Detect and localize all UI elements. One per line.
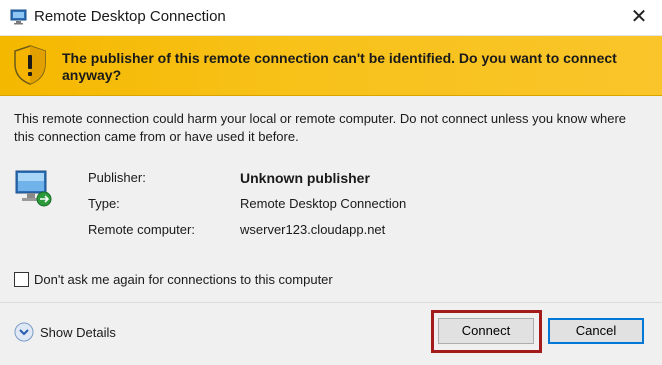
dont-ask-again-checkbox[interactable] bbox=[14, 272, 29, 287]
connect-button[interactable]: Connect bbox=[438, 318, 534, 344]
remote-desktop-app-icon bbox=[10, 9, 27, 25]
type-value: Remote Desktop Connection bbox=[240, 196, 407, 211]
cancel-button[interactable]: Cancel bbox=[548, 318, 644, 344]
dont-ask-again-option[interactable]: Don't ask me again for connections to th… bbox=[14, 272, 333, 287]
show-details-toggle[interactable]: Show Details bbox=[14, 322, 116, 342]
remote-computer-value: wserver123.cloudapp.net bbox=[240, 222, 386, 237]
title-bar: Remote Desktop Connection ✕ bbox=[0, 0, 662, 36]
warning-shield-icon bbox=[14, 45, 46, 85]
warning-banner: The publisher of this remote connection … bbox=[0, 36, 662, 96]
type-label: Type: bbox=[88, 196, 120, 211]
footer-divider bbox=[0, 302, 662, 303]
remote-computer-icon bbox=[15, 170, 52, 207]
dont-ask-again-label[interactable]: Don't ask me again for connections to th… bbox=[34, 272, 333, 287]
publisher-label: Publisher: bbox=[88, 170, 146, 185]
banner-message: The publisher of this remote connection … bbox=[62, 50, 617, 83]
publisher-value: Unknown publisher bbox=[240, 170, 370, 186]
show-details-label[interactable]: Show Details bbox=[40, 325, 116, 340]
warning-description: This remote connection could harm your l… bbox=[14, 111, 627, 144]
remote-computer-label: Remote computer: bbox=[88, 222, 195, 237]
close-icon[interactable]: ✕ bbox=[624, 2, 654, 32]
window-title: Remote Desktop Connection bbox=[34, 8, 226, 25]
chevron-down-icon[interactable] bbox=[14, 322, 34, 342]
